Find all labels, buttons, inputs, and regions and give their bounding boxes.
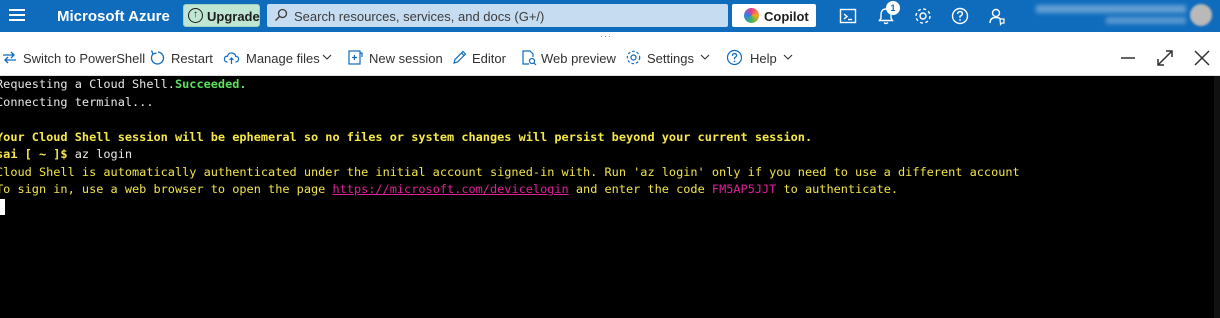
upgrade-label: Upgrade xyxy=(207,9,260,24)
help-menu-button[interactable]: Help xyxy=(726,49,796,69)
terminal-line: To sign in, use a web browser to open th… xyxy=(0,181,898,199)
menu-icon[interactable] xyxy=(9,7,25,24)
scrollbar[interactable] xyxy=(1214,76,1220,318)
switch-label: Switch to PowerShell xyxy=(23,51,146,66)
editor-button[interactable]: Editor xyxy=(451,49,509,69)
upgrade-icon: ↑ xyxy=(188,8,203,23)
shell-prompt: sai [ ~ ]$ xyxy=(0,147,68,161)
terminal-text: To sign in, use a web browser to open th… xyxy=(0,182,333,196)
search-placeholder: Search resources, services, and docs (G+… xyxy=(294,9,545,24)
manage-files-label: Manage files xyxy=(246,51,320,66)
command-text: az login xyxy=(67,147,133,161)
restart-icon xyxy=(150,50,165,65)
chevron-down-icon xyxy=(783,54,793,60)
settings-icon[interactable] xyxy=(913,6,933,26)
editor-icon xyxy=(453,50,467,64)
azure-top-bar: Microsoft Azure ↑ Upgrade Search resourc… xyxy=(0,0,1220,32)
success-status: Succeeded. xyxy=(174,77,247,91)
device-login-link[interactable]: https://microsoft.com/devicelogin xyxy=(332,182,568,196)
resize-grip[interactable]: ··· xyxy=(600,32,612,41)
upgrade-button[interactable]: ↑ Upgrade xyxy=(183,4,260,27)
copilot-label: Copilot xyxy=(764,9,809,24)
editor-label: Editor xyxy=(472,51,506,66)
help-icon xyxy=(726,49,743,66)
new-session-button[interactable]: New session xyxy=(347,49,443,69)
terminal-text: and enter the code xyxy=(568,182,712,196)
minimize-icon[interactable] xyxy=(1118,48,1138,68)
web-preview-label: Web preview xyxy=(541,51,616,66)
account-email-redacted xyxy=(1036,5,1186,13)
close-icon[interactable] xyxy=(1192,48,1212,68)
gear-icon xyxy=(626,50,641,65)
command-line: sai [ ~ ]$ az login xyxy=(0,146,132,164)
device-code: FM5AP5JJT xyxy=(711,182,777,196)
terminal-cursor xyxy=(0,199,5,215)
web-preview-icon xyxy=(522,50,537,66)
search-input[interactable]: Search resources, services, and docs (G+… xyxy=(267,4,728,27)
switch-icon xyxy=(3,51,16,64)
terminal-line: Requesting a Cloud Shell.Succeeded. xyxy=(0,76,247,94)
chevron-down-icon xyxy=(700,54,710,60)
help-label: Help xyxy=(750,51,777,66)
cloud-shell-toolbar: ··· Switch to PowerShell Restart Manage … xyxy=(0,32,1220,76)
restart-button[interactable]: Restart xyxy=(149,49,213,69)
web-preview-button[interactable]: Web preview xyxy=(520,49,616,69)
cloud-shell-icon[interactable] xyxy=(838,6,858,26)
copilot-button[interactable]: Copilot xyxy=(732,4,816,27)
maximize-icon[interactable] xyxy=(1155,48,1175,68)
cloud-upload-icon xyxy=(223,52,240,64)
terminal-line: Connecting terminal... xyxy=(0,94,154,109)
terminal[interactable]: Requesting a Cloud Shell.Succeeded. Conn… xyxy=(0,76,1220,318)
switch-to-powershell-button[interactable]: Switch to PowerShell xyxy=(1,49,145,69)
brand-title[interactable]: Microsoft Azure xyxy=(57,8,170,25)
chevron-down-icon xyxy=(322,54,332,60)
account-info[interactable] xyxy=(1036,4,1186,26)
new-session-icon xyxy=(348,50,363,65)
settings-menu-button[interactable]: Settings xyxy=(625,49,713,69)
account-directory-redacted xyxy=(1106,17,1186,24)
notification-badge: 1 xyxy=(886,1,900,15)
terminal-text: to authenticate. xyxy=(776,182,899,196)
manage-files-button[interactable]: Manage files xyxy=(223,49,335,69)
ephemeral-warning: Your Cloud Shell session will be ephemer… xyxy=(0,129,813,144)
help-icon[interactable] xyxy=(950,6,970,26)
feedback-icon[interactable] xyxy=(987,6,1007,26)
avatar[interactable] xyxy=(1190,4,1212,26)
terminal-text: Requesting a Cloud Shell. xyxy=(0,77,175,91)
terminal-line: Cloud Shell is automatically authenticat… xyxy=(0,164,1020,179)
new-session-label: New session xyxy=(369,51,443,66)
copilot-icon xyxy=(744,8,759,23)
search-icon xyxy=(275,8,288,21)
settings-label: Settings xyxy=(647,51,694,66)
restart-label: Restart xyxy=(171,51,213,66)
